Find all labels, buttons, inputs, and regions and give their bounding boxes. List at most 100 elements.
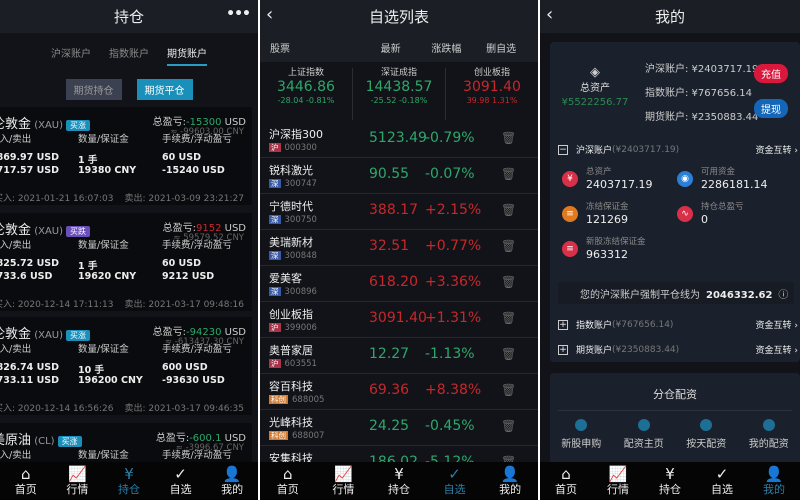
stock-row[interactable]: 爱美客深 300896 618.20 +3.36% 🗑 [260, 266, 538, 302]
nav-item-4[interactable]: 👤 我的 [499, 466, 521, 496]
stock-row[interactable]: 沪深指300 沪 000300 5123.49 -0.79% 🗑 [260, 122, 538, 158]
circle-icon [700, 419, 713, 431]
stock-row[interactable]: 创业板指沪 399006 3091.40 +1.31% 🗑 [260, 302, 538, 338]
trash-icon[interactable]: 🗑 [501, 239, 516, 253]
nav-label: 我的 [499, 482, 522, 496]
force-value: 2046332.62 [706, 290, 773, 301]
trash-icon[interactable]: 🗑 [501, 275, 516, 289]
nav-item-4[interactable]: 👤 我的 [763, 466, 785, 496]
stock-price: 5123.49 [369, 130, 427, 146]
sub-tab-0[interactable]: 期货持仓 [65, 79, 122, 100]
header: 持仓 ••• [0, 0, 258, 33]
nav-label: 持仓 [387, 482, 410, 496]
chart-icon: 📈 [608, 464, 628, 483]
trash-icon[interactable]: 🗑 [501, 167, 516, 181]
trash-icon[interactable]: 🗑 [501, 383, 516, 397]
cell: -15240 USD [162, 165, 225, 176]
nav-item-4[interactable]: 👤 我的 [221, 466, 243, 496]
code: 000300 [284, 143, 317, 153]
index-item[interactable]: 上证指数 3446.86 -28.04 -0.81% [260, 68, 353, 120]
nav-item-3[interactable]: ✓ 自选 [711, 466, 733, 496]
withdraw-button[interactable]: 提现 [754, 99, 788, 118]
recharge-button[interactable]: 充值 [754, 64, 788, 83]
index-item[interactable]: 深证成指 14438.57 -25.52 -0.18% [353, 68, 446, 120]
nav-item-0[interactable]: ⌂ 首页 [277, 466, 299, 496]
stock-code: 深 300848 [269, 250, 317, 261]
nav-item-0[interactable]: ⌂ 首页 [555, 466, 577, 496]
collapse-icon[interactable]: − [558, 144, 568, 155]
allocation-link[interactable]: 我的配资 [749, 419, 789, 450]
code: 603551 [284, 359, 317, 369]
more-icon[interactable]: ••• [226, 6, 251, 22]
stock-row[interactable]: 宁德时代深 300750 388.17 +2.15% 🗑 [260, 194, 538, 230]
index-item[interactable]: 创业板指 3091.40 39.98 1.31% [446, 68, 538, 120]
stock-row[interactable]: 美瑞新材深 300848 32.51 +0.77% 🗑 [260, 230, 538, 266]
header-3[interactable]: 删自选 [474, 40, 528, 55]
nav-item-1[interactable]: 📈 行情 [607, 466, 629, 496]
nav-item-1[interactable]: 📈 行情 [66, 466, 88, 496]
table-header: 股票 最新 涨跌幅 删自选 [260, 33, 538, 62]
position-card[interactable]: 伦敦金 (XAU)买跌总盈亏:9152 USD≈ 59579.52 CNY买入/… [0, 213, 252, 311]
cell: 数量/保证金 [78, 134, 129, 145]
transfer-link[interactable]: 资金互转 › [756, 318, 798, 331]
trash-icon[interactable]: 🗑 [501, 203, 516, 217]
allocation-link[interactable]: 新股申购 [561, 419, 601, 450]
stock-name: 容百科技 [269, 380, 313, 393]
nav-item-3[interactable]: ✓ 自选 [444, 466, 466, 496]
name: 伦敦金 [0, 117, 32, 132]
bottom-nav: ⌂ 首页 📈 行情 ¥ 持仓 ✓ 自选 👤 我的 [260, 462, 538, 500]
nav-item-2[interactable]: ¥ 持仓 [118, 466, 140, 496]
trash-icon[interactable]: 🗑 [501, 311, 516, 325]
expand-icon[interactable]: + [558, 344, 568, 355]
stock-row[interactable]: 光峰科技 科创 688007 24.25 -0.45% 🗑 [260, 410, 538, 446]
tab-2[interactable]: 期货账户 [167, 45, 207, 66]
instrument-name: 伦敦金 (XAU)买涨 [0, 113, 91, 132]
allocation-link[interactable]: 按天配资 [686, 419, 726, 450]
stock-row[interactable]: 容百科技 科创 688005 69.36 +8.38% 🗑 [260, 374, 538, 410]
link-label: 新股申购 [561, 439, 602, 450]
nav-item-2[interactable]: ¥ 持仓 [388, 466, 410, 496]
hs-account-row[interactable]: − 沪深账户 (¥2403717.19) 资金互转 › [558, 143, 798, 156]
stock-code: 科创 688007 [269, 430, 324, 441]
sell-time: 卖出: 2021-03-17 09:48:16 [124, 300, 244, 310]
nav-item-1[interactable]: 📈 行情 [332, 466, 354, 496]
total-assets: ◈ 总资产 ¥5522256.77 [560, 64, 630, 110]
transfer-link[interactable]: 资金互转 › [756, 143, 798, 156]
index-name: 深证成指 [380, 68, 417, 78]
trash-icon[interactable]: 🗑 [501, 131, 516, 145]
code: 688005 [292, 395, 325, 405]
sub-tab-1[interactable]: 期货平仓 [136, 79, 193, 100]
stock-name: 光峰科技 [269, 416, 313, 429]
transfer-link[interactable]: 资金互转 › [756, 343, 798, 356]
cell: -93630 USD [162, 375, 225, 386]
tab-0[interactable]: 沪深账户 [51, 45, 91, 75]
back-icon[interactable]: ‹ [546, 4, 553, 25]
nav-item-2[interactable]: ¥ 持仓 [659, 466, 681, 496]
allocation-link[interactable]: 配资主页 [624, 419, 664, 450]
nav-label: 首页 [276, 482, 299, 496]
stock-row[interactable]: 锐科激光深 300747 90.55 -0.07% 🗑 [260, 158, 538, 194]
tab-1[interactable]: 指数账户 [109, 45, 149, 75]
position-card[interactable]: 伦敦金 (XAU)买涨总盈亏:-94230 USD≈ -613437.30 CN… [0, 317, 252, 415]
nav-label: 自选 [169, 482, 192, 496]
stock-row[interactable]: 奥普家居沪 603551 12.27 -1.13% 🗑 [260, 338, 538, 374]
coins-icon: ≡ [562, 241, 578, 257]
stat-item: ◉ 可用资金 2286181.14 [675, 167, 785, 191]
trash-icon[interactable]: 🗑 [501, 419, 516, 433]
back-icon[interactable]: ‹ [266, 4, 273, 25]
cell: 买入/卖出 [0, 240, 32, 251]
sell-time: 卖出: 2021-03-09 23:21:27 [124, 194, 244, 204]
index-account-row[interactable]: + 指数账户 (¥767656.14) 资金互转 › [558, 318, 798, 331]
position-card[interactable]: 伦敦金 (XAU)买涨总盈亏:-15300 USD≈ -99603.00 CNY… [0, 107, 252, 205]
futures-account-row[interactable]: + 期货账户 (¥2350883.44) 资金互转 › [558, 343, 798, 356]
nav-item-3[interactable]: ✓ 自选 [170, 466, 192, 496]
cell: 数量/保证金 [78, 450, 129, 461]
trash-icon[interactable]: 🗑 [501, 347, 516, 361]
expand-icon[interactable]: + [558, 319, 568, 330]
market-badge: 深 [269, 251, 281, 260]
nav-item-0[interactable]: ⌂ 首页 [15, 466, 37, 496]
stat-value: 0 [701, 212, 708, 226]
stat-label: 冻结保证金 [586, 202, 629, 212]
force-liquidation-line: 您的沪深账户强制平仓线为 2046332.62 ⓘ [558, 282, 794, 304]
help-icon[interactable]: ⓘ [778, 290, 788, 301]
